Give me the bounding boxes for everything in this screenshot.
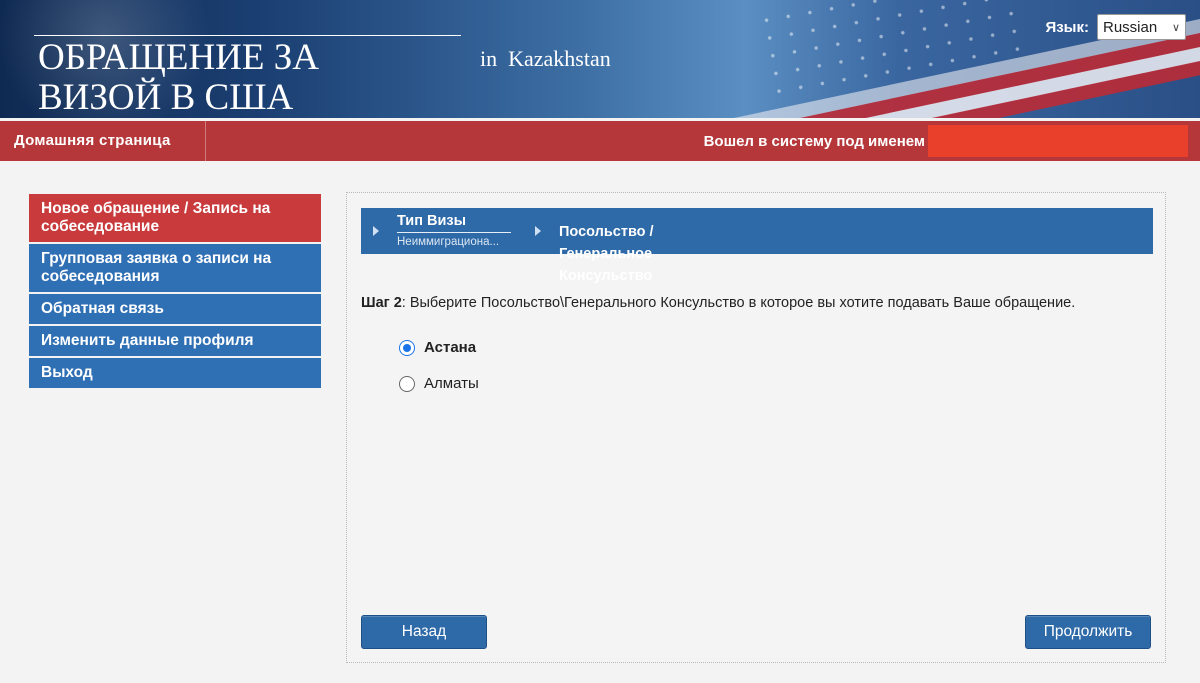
radio-button-selected[interactable] xyxy=(399,339,415,356)
step1-underline xyxy=(397,232,511,233)
site-title: ОБРАЩЕНИЕ ЗА ВИЗОЙ В США xyxy=(38,38,319,118)
radio-option-almaty[interactable]: Алматы xyxy=(399,375,479,392)
back-button[interactable]: Назад xyxy=(361,615,487,649)
sidebar-item-edit-profile[interactable]: Изменить данные профиля xyxy=(29,326,321,356)
site-title-line1: ОБРАЩЕНИЕ ЗА xyxy=(38,37,320,78)
header-banner: ОБРАЩЕНИЕ ЗА ВИЗОЙ В США in Kazakhstan Я… xyxy=(0,0,1200,118)
step1-value: Неиммиграциона... xyxy=(397,236,500,248)
main-panel: Тип Визы Неиммиграциона... Посольство / … xyxy=(346,192,1166,663)
progress-steps: Тип Визы Неиммиграциона... Посольство / … xyxy=(361,208,1153,284)
sidebar-item-feedback[interactable]: Обратная связь xyxy=(29,294,321,324)
sidebar-item-new-application[interactable]: Новое обращение / Запись на собеседовани… xyxy=(29,194,321,242)
step1-title[interactable]: Тип Визы xyxy=(397,213,466,229)
step-arrow-icon xyxy=(373,226,379,236)
radio-label: Астана xyxy=(424,339,477,356)
logged-in-label: Вошел в систему под именем xyxy=(703,133,925,150)
step-label: Шаг 2 xyxy=(361,295,402,311)
site-title-line2: ВИЗОЙ В США xyxy=(38,77,294,118)
sidebar-item-group-request[interactable]: Групповая заявка о записи на собеседован… xyxy=(29,244,321,292)
country-subtitle: in Kazakhstan xyxy=(480,46,611,71)
username-redacted xyxy=(928,125,1188,157)
top-nav-bar: Домашняя страница Вошел в систему под им… xyxy=(0,121,1200,161)
sidebar-item-logout[interactable]: Выход xyxy=(29,358,321,388)
title-rule xyxy=(34,35,461,36)
language-select-value: Russian xyxy=(1103,18,1158,36)
instruction-text: : Выберите Посольство\Генерального Консу… xyxy=(401,295,1076,311)
chevron-down-icon: ∨ xyxy=(1171,21,1180,34)
step2-title: Посольство / Генеральное Консульство xyxy=(559,224,654,284)
step-arrow-icon xyxy=(535,226,541,236)
home-link[interactable]: Домашняя страница xyxy=(0,121,206,161)
language-selector-group: Язык: Russian ∨ xyxy=(1045,14,1186,40)
language-label: Язык: xyxy=(1045,18,1089,36)
radio-button[interactable] xyxy=(399,375,415,392)
sidebar-menu: Новое обращение / Запись на собеседовани… xyxy=(29,194,321,390)
radio-label: Алматы xyxy=(424,375,479,392)
language-select[interactable]: Russian ∨ xyxy=(1097,14,1186,40)
step-instruction: Шаг 2: Выберите Посольство\Генерального … xyxy=(361,295,1075,311)
radio-option-astana[interactable]: Астана xyxy=(399,339,476,356)
continue-button[interactable]: Продолжить xyxy=(1025,615,1151,649)
